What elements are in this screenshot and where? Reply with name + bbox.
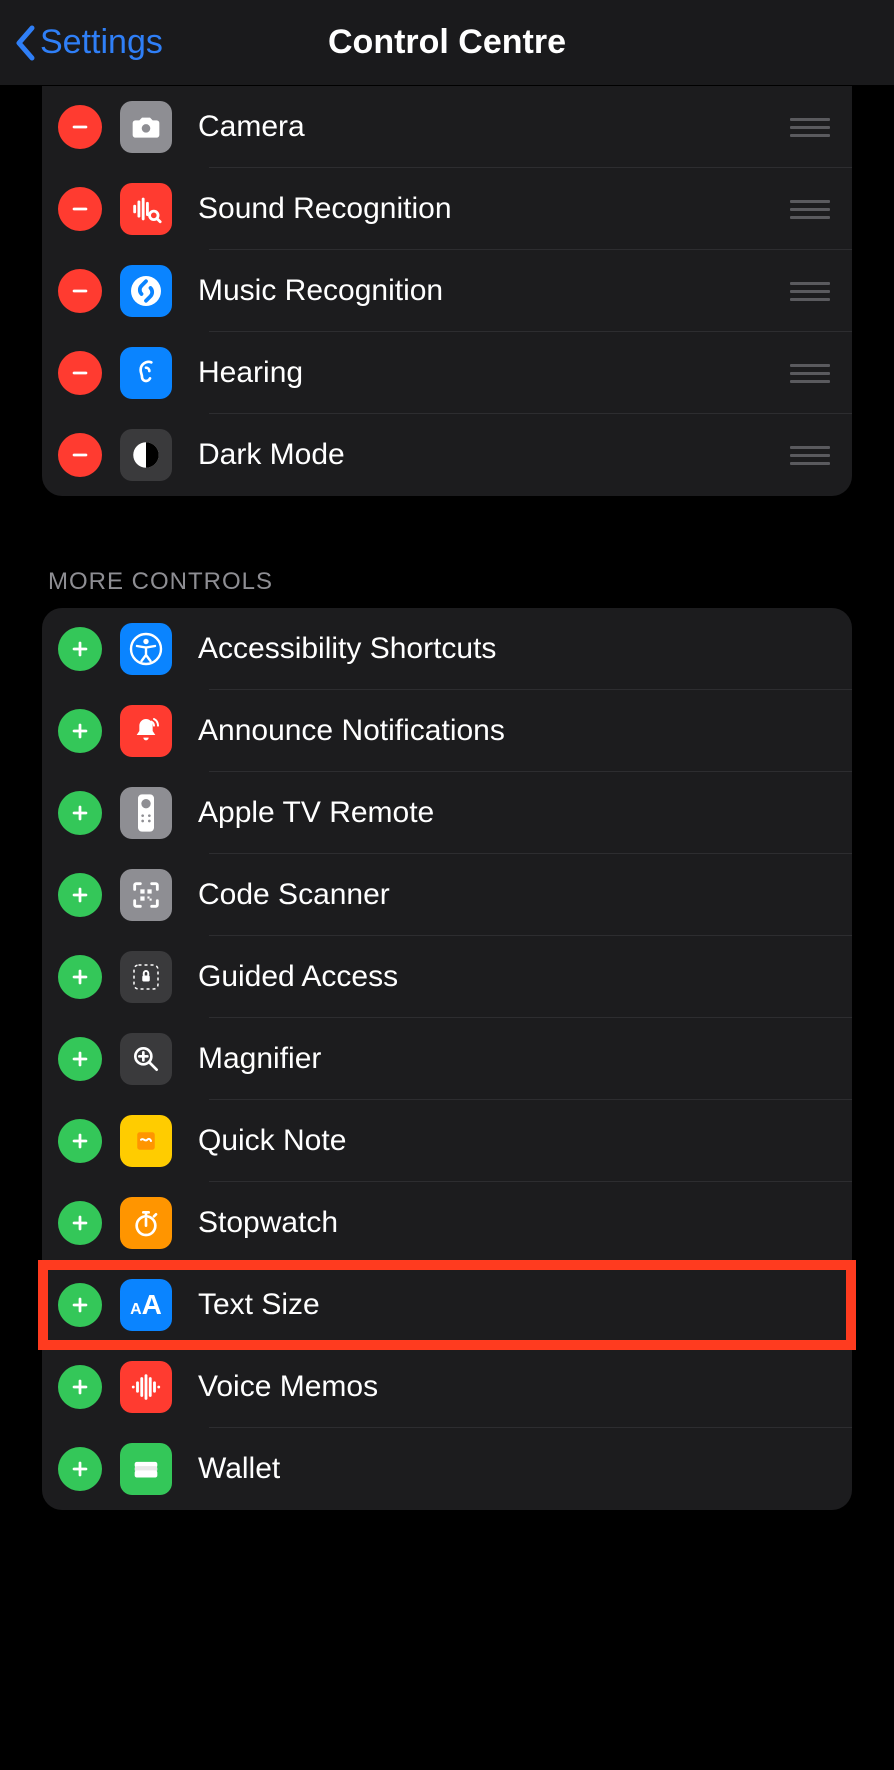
voice-memos-icon bbox=[120, 1361, 172, 1413]
row-label: Accessibility Shortcuts bbox=[198, 632, 852, 666]
row-label: Voice Memos bbox=[198, 1370, 852, 1404]
minus-icon bbox=[69, 116, 91, 138]
row-label: Wallet bbox=[198, 1452, 852, 1486]
row-wallet: Wallet bbox=[42, 1428, 852, 1510]
reorder-handle[interactable] bbox=[790, 200, 830, 219]
plus-icon bbox=[69, 884, 91, 906]
minus-icon bbox=[69, 280, 91, 302]
add-button[interactable] bbox=[58, 1283, 102, 1327]
add-button[interactable] bbox=[58, 1119, 102, 1163]
back-label: Settings bbox=[40, 23, 163, 62]
row-stopwatch: Stopwatch bbox=[42, 1182, 852, 1264]
ear-icon bbox=[120, 347, 172, 399]
row-label: Guided Access bbox=[198, 960, 852, 994]
row-hearing: Hearing bbox=[42, 332, 852, 414]
row-label: Music Recognition bbox=[198, 274, 790, 308]
sound-recognition-icon bbox=[120, 183, 172, 235]
remote-icon bbox=[120, 787, 172, 839]
shazam-icon bbox=[120, 265, 172, 317]
row-guided-access: Guided Access bbox=[42, 936, 852, 1018]
guided-access-icon bbox=[120, 951, 172, 1003]
wallet-icon bbox=[120, 1443, 172, 1495]
accessibility-icon bbox=[120, 623, 172, 675]
row-code-scanner: Code Scanner bbox=[42, 854, 852, 936]
plus-icon bbox=[69, 720, 91, 742]
row-label: Stopwatch bbox=[198, 1206, 852, 1240]
included-controls-panel: Camera Sound Recognition Music Recogniti… bbox=[42, 86, 852, 496]
row-label: Apple TV Remote bbox=[198, 796, 852, 830]
row-apple-tv-remote: Apple TV Remote bbox=[42, 772, 852, 854]
camera-icon bbox=[120, 101, 172, 153]
magnifier-icon bbox=[120, 1033, 172, 1085]
row-text-size: AA Text Size bbox=[42, 1264, 852, 1346]
row-label: Code Scanner bbox=[198, 878, 852, 912]
plus-icon bbox=[69, 1212, 91, 1234]
row-label: Text Size bbox=[198, 1288, 852, 1322]
plus-icon bbox=[69, 1048, 91, 1070]
reorder-handle[interactable] bbox=[790, 282, 830, 301]
remove-button[interactable] bbox=[58, 269, 102, 313]
plus-icon bbox=[69, 1130, 91, 1152]
stopwatch-icon bbox=[120, 1197, 172, 1249]
minus-icon bbox=[69, 198, 91, 220]
plus-icon bbox=[69, 1376, 91, 1398]
more-controls-header: More Controls bbox=[48, 568, 846, 596]
add-button[interactable] bbox=[58, 1037, 102, 1081]
row-label: Quick Note bbox=[198, 1124, 852, 1158]
row-accessibility-shortcuts: Accessibility Shortcuts bbox=[42, 608, 852, 690]
add-button[interactable] bbox=[58, 627, 102, 671]
row-label: Dark Mode bbox=[198, 438, 790, 472]
minus-icon bbox=[69, 362, 91, 384]
row-sound-recognition: Sound Recognition bbox=[42, 168, 852, 250]
text-size-icon: AA bbox=[120, 1279, 172, 1331]
add-button[interactable] bbox=[58, 873, 102, 917]
row-label: Sound Recognition bbox=[198, 192, 790, 226]
more-controls-panel: Accessibility Shortcuts Announce Notific… bbox=[42, 608, 852, 1510]
qr-icon bbox=[120, 869, 172, 921]
plus-icon bbox=[69, 802, 91, 824]
add-button[interactable] bbox=[58, 955, 102, 999]
remove-button[interactable] bbox=[58, 351, 102, 395]
add-button[interactable] bbox=[58, 791, 102, 835]
bell-icon bbox=[120, 705, 172, 757]
plus-icon bbox=[69, 966, 91, 988]
plus-icon bbox=[69, 1458, 91, 1480]
reorder-handle[interactable] bbox=[790, 118, 830, 137]
minus-icon bbox=[69, 444, 91, 466]
row-music-recognition: Music Recognition bbox=[42, 250, 852, 332]
add-button[interactable] bbox=[58, 1365, 102, 1409]
add-button[interactable] bbox=[58, 709, 102, 753]
add-button[interactable] bbox=[58, 1447, 102, 1491]
remove-button[interactable] bbox=[58, 187, 102, 231]
navigation-bar: Settings Control Centre bbox=[0, 0, 894, 86]
dark-mode-icon bbox=[120, 429, 172, 481]
row-quick-note: Quick Note bbox=[42, 1100, 852, 1182]
row-magnifier: Magnifier bbox=[42, 1018, 852, 1100]
row-announce-notifications: Announce Notifications bbox=[42, 690, 852, 772]
add-button[interactable] bbox=[58, 1201, 102, 1245]
remove-button[interactable] bbox=[58, 105, 102, 149]
chevron-left-icon bbox=[14, 25, 36, 61]
back-button[interactable]: Settings bbox=[14, 23, 163, 62]
row-label: Camera bbox=[198, 110, 790, 144]
remove-button[interactable] bbox=[58, 433, 102, 477]
row-label: Magnifier bbox=[198, 1042, 852, 1076]
row-camera: Camera bbox=[42, 86, 852, 168]
row-label: Hearing bbox=[198, 356, 790, 390]
row-label: Announce Notifications bbox=[198, 714, 852, 748]
reorder-handle[interactable] bbox=[790, 446, 830, 465]
reorder-handle[interactable] bbox=[790, 364, 830, 383]
row-dark-mode: Dark Mode bbox=[42, 414, 852, 496]
plus-icon bbox=[69, 1294, 91, 1316]
plus-icon bbox=[69, 638, 91, 660]
quick-note-icon bbox=[120, 1115, 172, 1167]
row-voice-memos: Voice Memos bbox=[42, 1346, 852, 1428]
